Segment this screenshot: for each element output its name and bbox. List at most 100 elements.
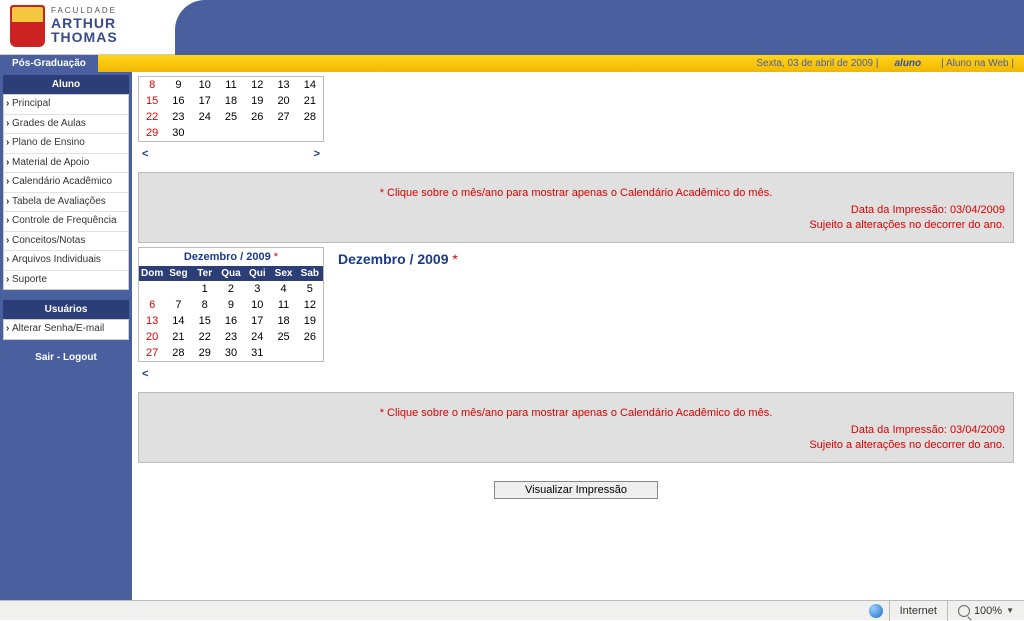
cal-cell[interactable]: 2	[218, 281, 244, 297]
cal-cell[interactable]: 19	[297, 313, 323, 329]
cal-cell[interactable]: 30	[165, 125, 191, 141]
cal-dow: Dom	[139, 266, 165, 281]
cal-cell[interactable]: 20	[139, 329, 165, 345]
notice-box-1: * Clique sobre o mês/ano para mostrar ap…	[138, 172, 1014, 243]
logout-link[interactable]: Sair - Logout	[3, 340, 129, 375]
cal-cell[interactable]: 9	[165, 77, 191, 93]
cal-cell[interactable]: 14	[297, 77, 323, 93]
cal-dow: Qua	[218, 266, 244, 281]
brand-logo: FACULDADE ARTHUR THOMAS	[10, 5, 118, 47]
brand-line1: ARTHUR	[51, 16, 118, 31]
sidebar-item[interactable]: Calendário Acadêmico	[4, 173, 128, 193]
sidebar-item[interactable]: Arquivos Individuais	[4, 251, 128, 271]
cal-cell[interactable]: 4	[270, 281, 296, 297]
cal-cell[interactable]: 13	[139, 313, 165, 329]
sidebar-item[interactable]: Plano de Ensino	[4, 134, 128, 154]
alter-note-1: Sujeito a alterações no decorrer do ano.	[147, 218, 1005, 233]
cal-cell[interactable]: 31	[244, 345, 270, 361]
cal-cell[interactable]: 29	[139, 125, 165, 141]
cal-cell[interactable]	[270, 125, 296, 141]
cal-cell[interactable]: 25	[270, 329, 296, 345]
cal-cell[interactable]: 24	[244, 329, 270, 345]
cal-cell[interactable]: 23	[165, 109, 191, 125]
cal-cell[interactable]	[297, 125, 323, 141]
notice-box-2: * Clique sobre o mês/ano para mostrar ap…	[138, 392, 1014, 463]
cal-dow: Ter	[192, 266, 218, 281]
sidebar-item[interactable]: Suporte	[4, 271, 128, 290]
cal-cell[interactable]: 20	[270, 93, 296, 109]
cal-cell[interactable]: 30	[218, 345, 244, 361]
cal-cell[interactable]	[270, 345, 296, 361]
sidebar-item[interactable]: Alterar Senha/E-mail	[4, 320, 128, 339]
zoom-control[interactable]: 100% ▼	[947, 601, 1024, 621]
cal-cell[interactable]	[218, 125, 244, 141]
cal-cell[interactable]: 23	[218, 329, 244, 345]
sidebar-item[interactable]: Tabela de Avaliações	[4, 193, 128, 213]
zoom-value: 100%	[974, 605, 1002, 617]
cal-cell[interactable]: 9	[218, 297, 244, 313]
cal-cell[interactable]: 18	[218, 93, 244, 109]
cal-cell[interactable]: 10	[244, 297, 270, 313]
cal-cell[interactable]: 5	[297, 281, 323, 297]
cal-cell[interactable]	[165, 281, 191, 297]
cal-cell[interactable]	[297, 345, 323, 361]
cal-dow: Sex	[270, 266, 296, 281]
cal-cell[interactable]: 18	[270, 313, 296, 329]
cal-cell[interactable]	[244, 125, 270, 141]
cal-cell[interactable]: 12	[297, 297, 323, 313]
cal-cell[interactable]: 13	[270, 77, 296, 93]
cal-cell[interactable]: 8	[139, 77, 165, 93]
cal-cell[interactable]: 22	[192, 329, 218, 345]
cal-cell[interactable]: 21	[165, 329, 191, 345]
sidebar-header-usuarios: Usuários	[3, 300, 129, 319]
cal-cell[interactable]: 24	[192, 109, 218, 125]
cal-cell[interactable]: 1	[192, 281, 218, 297]
sidebar-item[interactable]: Grades de Aulas	[4, 115, 128, 135]
detail-title: Dezembro / 2009	[338, 251, 449, 267]
cal-dec-title[interactable]: Dezembro / 2009 *	[139, 248, 323, 266]
cal-cell[interactable]: 25	[218, 109, 244, 125]
cal-cell[interactable]: 7	[165, 297, 191, 313]
calendar-nov-partial: 891011121314 15161718192021 22232425262728…	[138, 76, 324, 142]
cal-cell[interactable]: 26	[297, 329, 323, 345]
cal-cell[interactable]: 21	[297, 93, 323, 109]
cal-cell[interactable]: 12	[244, 77, 270, 93]
print-preview-button[interactable]: Visualizar Impressão	[494, 481, 658, 499]
cal-cell[interactable]: 8	[192, 297, 218, 313]
cal-cell[interactable]: 19	[244, 93, 270, 109]
cal-cell[interactable]: 27	[270, 109, 296, 125]
cal-next[interactable]: >	[314, 148, 320, 160]
calendar-dec: Dezembro / 2009 * DomSegTerQuaQuiSexSab …	[138, 247, 324, 362]
cal-cell[interactable]: 16	[218, 313, 244, 329]
cal-cell[interactable]: 17	[244, 313, 270, 329]
sidebar-item[interactable]: Controle de Frequência	[4, 212, 128, 232]
sidebar-item[interactable]: Principal	[4, 95, 128, 115]
cal-cell[interactable]: 14	[165, 313, 191, 329]
cal-prev[interactable]: <	[142, 148, 148, 160]
sidebar-item[interactable]: Conceitos/Notas	[4, 232, 128, 252]
section-bar: Pós-Graduação Sexta, 03 de abril de 2009…	[0, 55, 1024, 72]
main-content: 8910111213141516171819202122232425262728…	[132, 72, 1024, 600]
cal-cell[interactable]: 11	[218, 77, 244, 93]
cal-cell[interactable]: 28	[297, 109, 323, 125]
status-bar: Internet 100% ▼	[0, 600, 1024, 620]
cal-cell[interactable]: 11	[270, 297, 296, 313]
cal-cell[interactable]: 3	[244, 281, 270, 297]
cal-cell[interactable]: 16	[165, 93, 191, 109]
sidebar-item[interactable]: Material de Apoio	[4, 154, 128, 174]
cal-cell[interactable]: 15	[192, 313, 218, 329]
cal-cell[interactable]: 17	[192, 93, 218, 109]
cal-cell[interactable]: 27	[139, 345, 165, 361]
cal-cell[interactable]: 28	[165, 345, 191, 361]
cal-cell[interactable]: 26	[244, 109, 270, 125]
cal-cell[interactable]: 22	[139, 109, 165, 125]
cal-cell[interactable]: 29	[192, 345, 218, 361]
aluno-web-link[interactable]: | Aluno na Web |	[931, 58, 1024, 69]
cal-prev-2[interactable]: <	[142, 368, 148, 380]
cal-cell[interactable]: 10	[192, 77, 218, 93]
cal-cell[interactable]: 6	[139, 297, 165, 313]
aluno-tag[interactable]: aluno	[884, 58, 931, 69]
cal-cell[interactable]: 15	[139, 93, 165, 109]
cal-cell[interactable]	[192, 125, 218, 141]
cal-cell[interactable]	[139, 281, 165, 297]
